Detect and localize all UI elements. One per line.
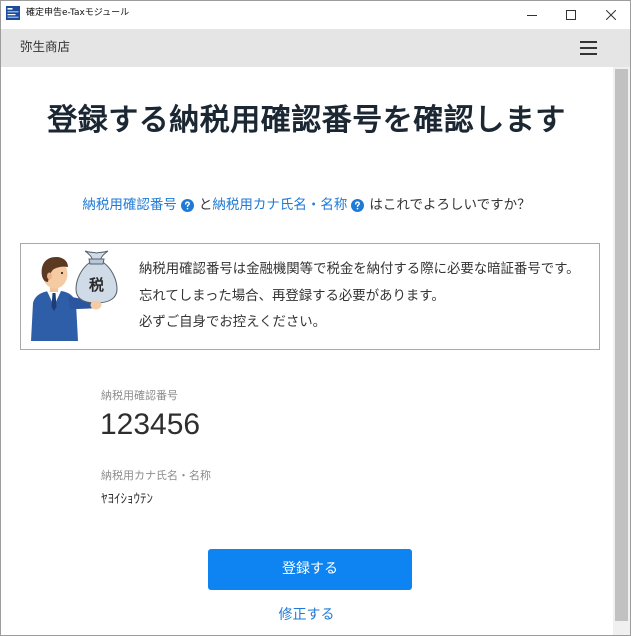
page-title: 登録する納税用確認番号を確認します (47, 103, 566, 138)
vertical-scrollbar[interactable] (613, 67, 630, 636)
notice-line: 必ずご自身でお控えください。 (139, 315, 327, 330)
close-icon (606, 9, 616, 20)
main-content: 登録する納税用確認番号を確認します 納税用確認番号 と 納税用カナ氏名・名称 は… (0, 67, 613, 636)
minimize-button[interactable] (512, 0, 552, 29)
title-bar[interactable]: 確定申告e-Taxモジュール (0, 0, 631, 29)
taxpayer-illustration: 税 (31, 250, 118, 341)
tax-confirmation-number-link[interactable]: 納税用確認番号 (82, 196, 177, 214)
tax-kana-name-label: 納税用カナ氏名・名称 (101, 469, 211, 482)
app-header: 弥生商店 (0, 29, 631, 67)
etax-app-icon (6, 6, 20, 20)
question-conjunction: と (198, 197, 213, 213)
edit-link-container: 修正する (0, 606, 613, 624)
company-name: 弥生商店 (20, 39, 71, 54)
scrollbar-thumb[interactable] (615, 69, 628, 621)
notice-box: 税 納税用確認番号は金融機関等で税金を納付する際に必要な暗証番号です。 忘れてし… (20, 243, 600, 350)
confirmation-question: 納税用確認番号 と 納税用カナ氏名・名称 はこれでよろしいですか？ (0, 196, 613, 214)
maximize-button[interactable] (551, 0, 591, 29)
minimize-icon (527, 14, 537, 16)
tax-confirmation-number-label: 納税用確認番号 (101, 389, 178, 402)
tax-kana-name-value: ﾔﾖｲｼｮｳﾃﾝ (101, 492, 153, 507)
register-button[interactable]: 登録する (208, 549, 412, 590)
close-button[interactable] (591, 0, 631, 29)
tax-bag-label: 税 (89, 276, 104, 294)
edit-link[interactable]: 修正する (279, 607, 335, 623)
notice-text: 納税用確認番号は金融機関等で税金を納付する際に必要な暗証番号です。 忘れてしまっ… (139, 257, 580, 337)
tax-confirmation-number-value: 123456 (100, 408, 201, 441)
app-window: 確定申告e-Taxモジュール 弥生商店 登録する 納税用確認番号を確認します 納税… (0, 0, 631, 636)
notice-line: 忘れてしまった場合、再登録する必要があります。 (139, 288, 445, 304)
question-suffix: はこれでよろしいですか？ (369, 197, 531, 213)
maximize-icon (566, 9, 576, 20)
help-icon[interactable] (351, 198, 365, 212)
hamburger-menu-icon[interactable] (580, 41, 597, 55)
window-title: 確定申告e-Taxモジュール (26, 8, 130, 18)
notice-line: 納税用確認番号は金融機関等で税金を納付する際に必要な暗証番号です。 (139, 262, 580, 277)
help-icon[interactable] (180, 198, 194, 212)
tax-kana-name-link[interactable]: 納税用カナ氏名・名称 (212, 196, 347, 214)
